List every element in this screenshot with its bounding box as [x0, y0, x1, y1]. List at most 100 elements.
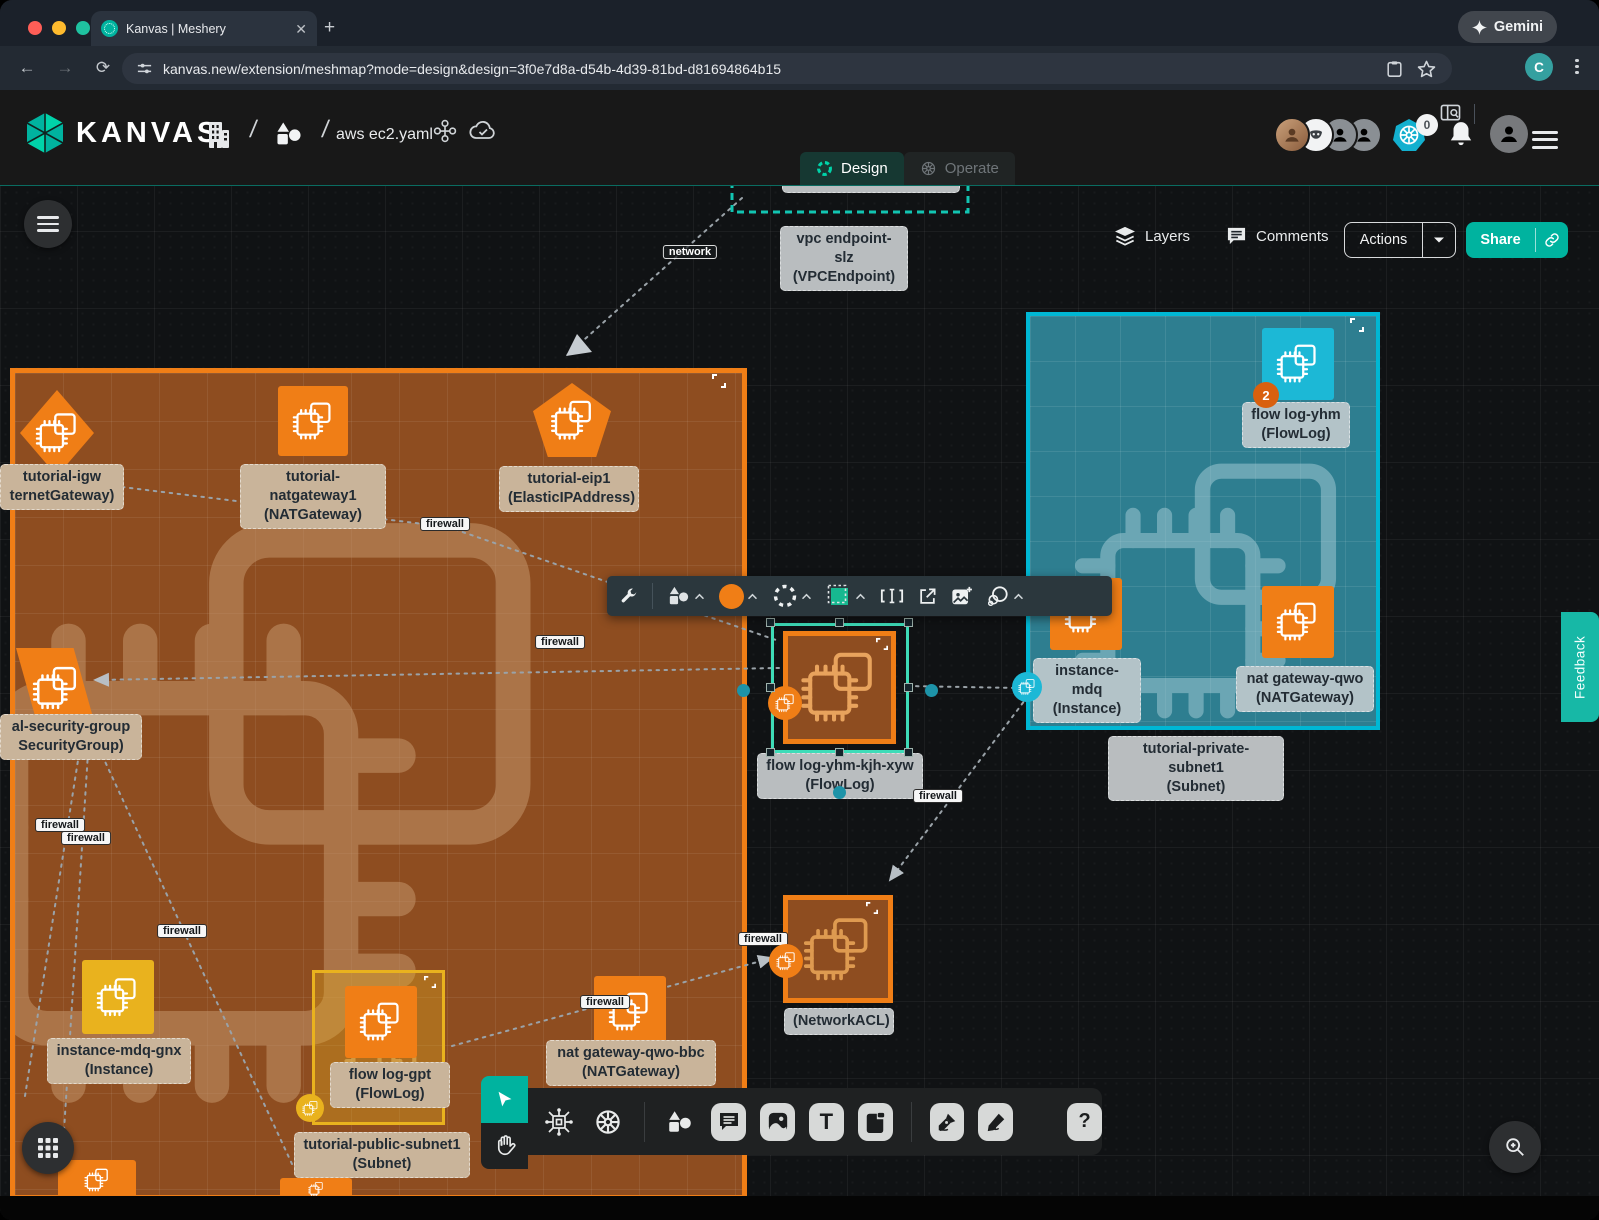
edge-firewall-igw-flowlog[interactable] — [122, 487, 776, 640]
selection-handle-ne[interactable] — [904, 618, 913, 627]
meshsync-tool-button[interactable] — [542, 1103, 577, 1141]
node-label-nat-gateway-qwo[interactable]: nat gateway-qwo (NATGateway) — [1236, 666, 1374, 712]
comments-button[interactable]: Comments — [1226, 226, 1329, 246]
edge-label-firewall-3[interactable]: firewall — [35, 818, 85, 832]
node-nat-gateway-qwo-bbc[interactable] — [594, 976, 666, 1048]
window-minimize-button[interactable] — [52, 21, 66, 35]
media-tool-button[interactable] — [760, 1103, 795, 1141]
user-avatar[interactable] — [1490, 115, 1528, 153]
kanvas-brand[interactable]: KANVAS — [26, 112, 220, 154]
node-label-natgateway1[interactable]: tutorial-natgateway1 (NATGateway) — [240, 464, 386, 529]
freehand-tool-button[interactable] — [978, 1103, 1013, 1141]
edge-label-network[interactable]: network — [663, 245, 717, 259]
save-icon[interactable] — [1386, 60, 1403, 78]
subnet-resize-icon[interactable] — [1350, 318, 1364, 332]
subnet-edge-handle[interactable] — [1012, 672, 1042, 702]
notification-bell-icon[interactable] — [1448, 120, 1474, 150]
new-tab-button[interactable]: + — [324, 18, 335, 37]
tab-design[interactable]: Design — [800, 152, 904, 185]
fill-color-button[interactable] — [712, 584, 765, 609]
comment-tool-button[interactable] — [711, 1103, 746, 1141]
edge-label-firewall-1[interactable]: firewall — [420, 517, 470, 531]
edge-label-firewall-4[interactable]: firewall — [61, 831, 111, 845]
browser-menu-icon[interactable] — [1575, 56, 1581, 77]
text-tool-button[interactable]: T — [809, 1103, 844, 1141]
tools-wrench-button[interactable] — [607, 587, 645, 606]
zoom-button[interactable] — [1489, 1121, 1541, 1173]
edge-label-firewall-6[interactable]: firewall — [913, 789, 963, 803]
window-close-button[interactable] — [28, 21, 42, 35]
node-label-instance-mdq-gnx[interactable]: instance-mdq-gnx (Instance) — [47, 1038, 191, 1084]
selection-handle-se[interactable] — [904, 748, 913, 757]
share-button[interactable]: Share — [1466, 222, 1568, 258]
node-flow-log-gpt[interactable] — [345, 986, 417, 1058]
actions-dropdown-button[interactable] — [1423, 236, 1455, 244]
node-label-flow-log-gpt[interactable]: flow log-gpt (FlowLog) — [330, 1062, 450, 1108]
edge-firewall-2[interactable] — [62, 737, 89, 1162]
note-tool-button[interactable] — [858, 1103, 893, 1141]
actions-button[interactable]: Actions — [1344, 222, 1456, 258]
edge-network[interactable] — [566, 198, 742, 356]
selection-handle-nw[interactable] — [766, 618, 775, 627]
node-label-flow-log-yhm[interactable]: flow log-yhm (FlowLog) — [1242, 402, 1350, 448]
network-acl-edge-handle[interactable] — [769, 944, 803, 978]
site-settings-icon[interactable] — [136, 60, 153, 77]
node-label-vpc-endpoint[interactable]: vpc endpoint-slz (VPCEndpoint) — [780, 226, 908, 291]
rename-button[interactable] — [873, 587, 911, 605]
cloud-sync-icon[interactable] — [468, 118, 498, 144]
tab-operate[interactable]: Operate — [904, 152, 1015, 185]
network-acl-resize-icon[interactable] — [866, 902, 878, 914]
selected-node-resize-icon[interactable] — [876, 638, 888, 650]
back-button[interactable]: ← — [16, 58, 38, 78]
browser-tab[interactable]: Kanvas | Meshery ✕ — [91, 11, 317, 46]
layers-button[interactable]: Layers — [1114, 226, 1190, 246]
feedback-tab[interactable]: Feedback — [1561, 612, 1599, 722]
collaborator-avatar-1[interactable] — [1274, 117, 1310, 153]
flow-log-gpt-resize-icon[interactable] — [424, 976, 436, 988]
node-label-private-subnet[interactable]: tutorial-private-subnet1 (Subnet) — [1108, 736, 1284, 801]
edge-firewall-3[interactable] — [95, 740, 292, 1164]
node-label-instance-mdq[interactable]: instance-mdq (Instance) — [1033, 658, 1141, 723]
reading-mode-icon[interactable] — [1440, 104, 1461, 123]
mesh-flower-icon[interactable] — [432, 118, 458, 144]
selection-handle-n[interactable] — [835, 618, 844, 627]
node-label-network-acl[interactable]: (NetworkACL) — [784, 1008, 894, 1035]
header-menu-button[interactable] — [1532, 126, 1558, 153]
node-label-nat-gateway-qwo-bbc[interactable]: nat gateway-qwo-bbc (NATGateway) — [546, 1040, 716, 1086]
border-style-button[interactable] — [765, 583, 819, 609]
browser-profile-avatar[interactable]: C — [1525, 53, 1553, 81]
edge-label-firewall-8[interactable]: firewall — [580, 995, 630, 1009]
dock-apps-button[interactable] — [22, 1122, 74, 1174]
help-tool-button[interactable]: ? — [1067, 1103, 1102, 1141]
address-bar[interactable]: kanvas.new/extension/meshmap?mode=design… — [122, 53, 1452, 84]
canvas-menu-button[interactable] — [24, 200, 72, 248]
selection-handle-sw[interactable] — [766, 748, 775, 757]
node-label-public-subnet[interactable]: tutorial-public-subnet1 (Subnet) — [294, 1132, 470, 1178]
reload-button[interactable]: ⟳ — [92, 58, 114, 78]
pen-tool-button[interactable] — [930, 1103, 965, 1141]
node-label-security-group[interactable]: al-security-group SecurityGroup) — [0, 714, 142, 760]
vpc-resize-icon[interactable] — [712, 374, 726, 388]
window-zoom-button[interactable] — [76, 21, 90, 35]
node-partial-bottom-1[interactable] — [58, 1160, 136, 1200]
flow-log-gpt-edge-handle[interactable] — [296, 1094, 324, 1122]
selection-handle-e[interactable] — [904, 683, 913, 692]
tab-close-icon[interactable]: ✕ — [295, 22, 307, 36]
shape-color-button[interactable] — [819, 583, 873, 609]
shapes-menu-button[interactable] — [660, 585, 712, 607]
select-tool-button[interactable] — [481, 1076, 528, 1123]
edge-label-firewall-2[interactable]: firewall — [535, 635, 585, 649]
node-natgateway1[interactable] — [278, 386, 348, 456]
node-label-internet-gateway[interactable]: tutorial-igw ternetGateway) — [0, 464, 124, 510]
edge-firewall-flowlog-securitygroup[interactable] — [95, 668, 779, 680]
share-link-button[interactable] — [1536, 232, 1568, 248]
gemini-button[interactable]: Gemini — [1458, 11, 1557, 43]
selection-handle-s[interactable] — [835, 748, 844, 757]
bookmark-star-icon[interactable] — [1417, 60, 1436, 78]
forward-button[interactable]: → — [54, 58, 76, 78]
node-instance-mdq-gnx[interactable] — [82, 960, 154, 1034]
group-select-button[interactable] — [979, 585, 1031, 607]
design-file-name[interactable]: aws ec2.yaml — [336, 126, 433, 144]
selection-handle-w[interactable] — [766, 683, 775, 692]
node-label-elastic-ip[interactable]: tutorial-eip1 (ElasticIPAddress) — [499, 466, 639, 512]
